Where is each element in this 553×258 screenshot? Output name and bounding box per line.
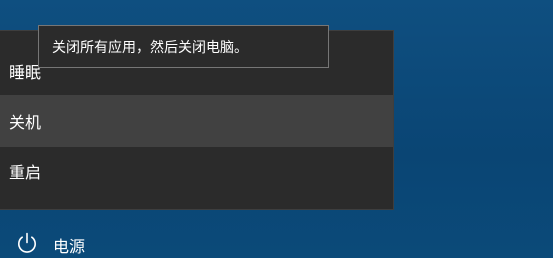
power-icon [18,232,36,253]
power-button-label: 电源 [53,237,86,256]
menu-item-label: 重启 [9,163,42,182]
tooltip-text: 关闭所有应用，然后关闭电脑。 [52,39,248,56]
menu-item-label: 睡眠 [9,63,42,82]
shutdown-tooltip: 关闭所有应用，然后关闭电脑。 [38,25,329,68]
menu-item-label: 关机 [9,113,42,132]
menu-item-shutdown[interactable]: 关机 [0,95,393,147]
menu-item-restart[interactable]: 重启 [0,147,393,195]
power-button[interactable]: 电源 [0,222,200,258]
